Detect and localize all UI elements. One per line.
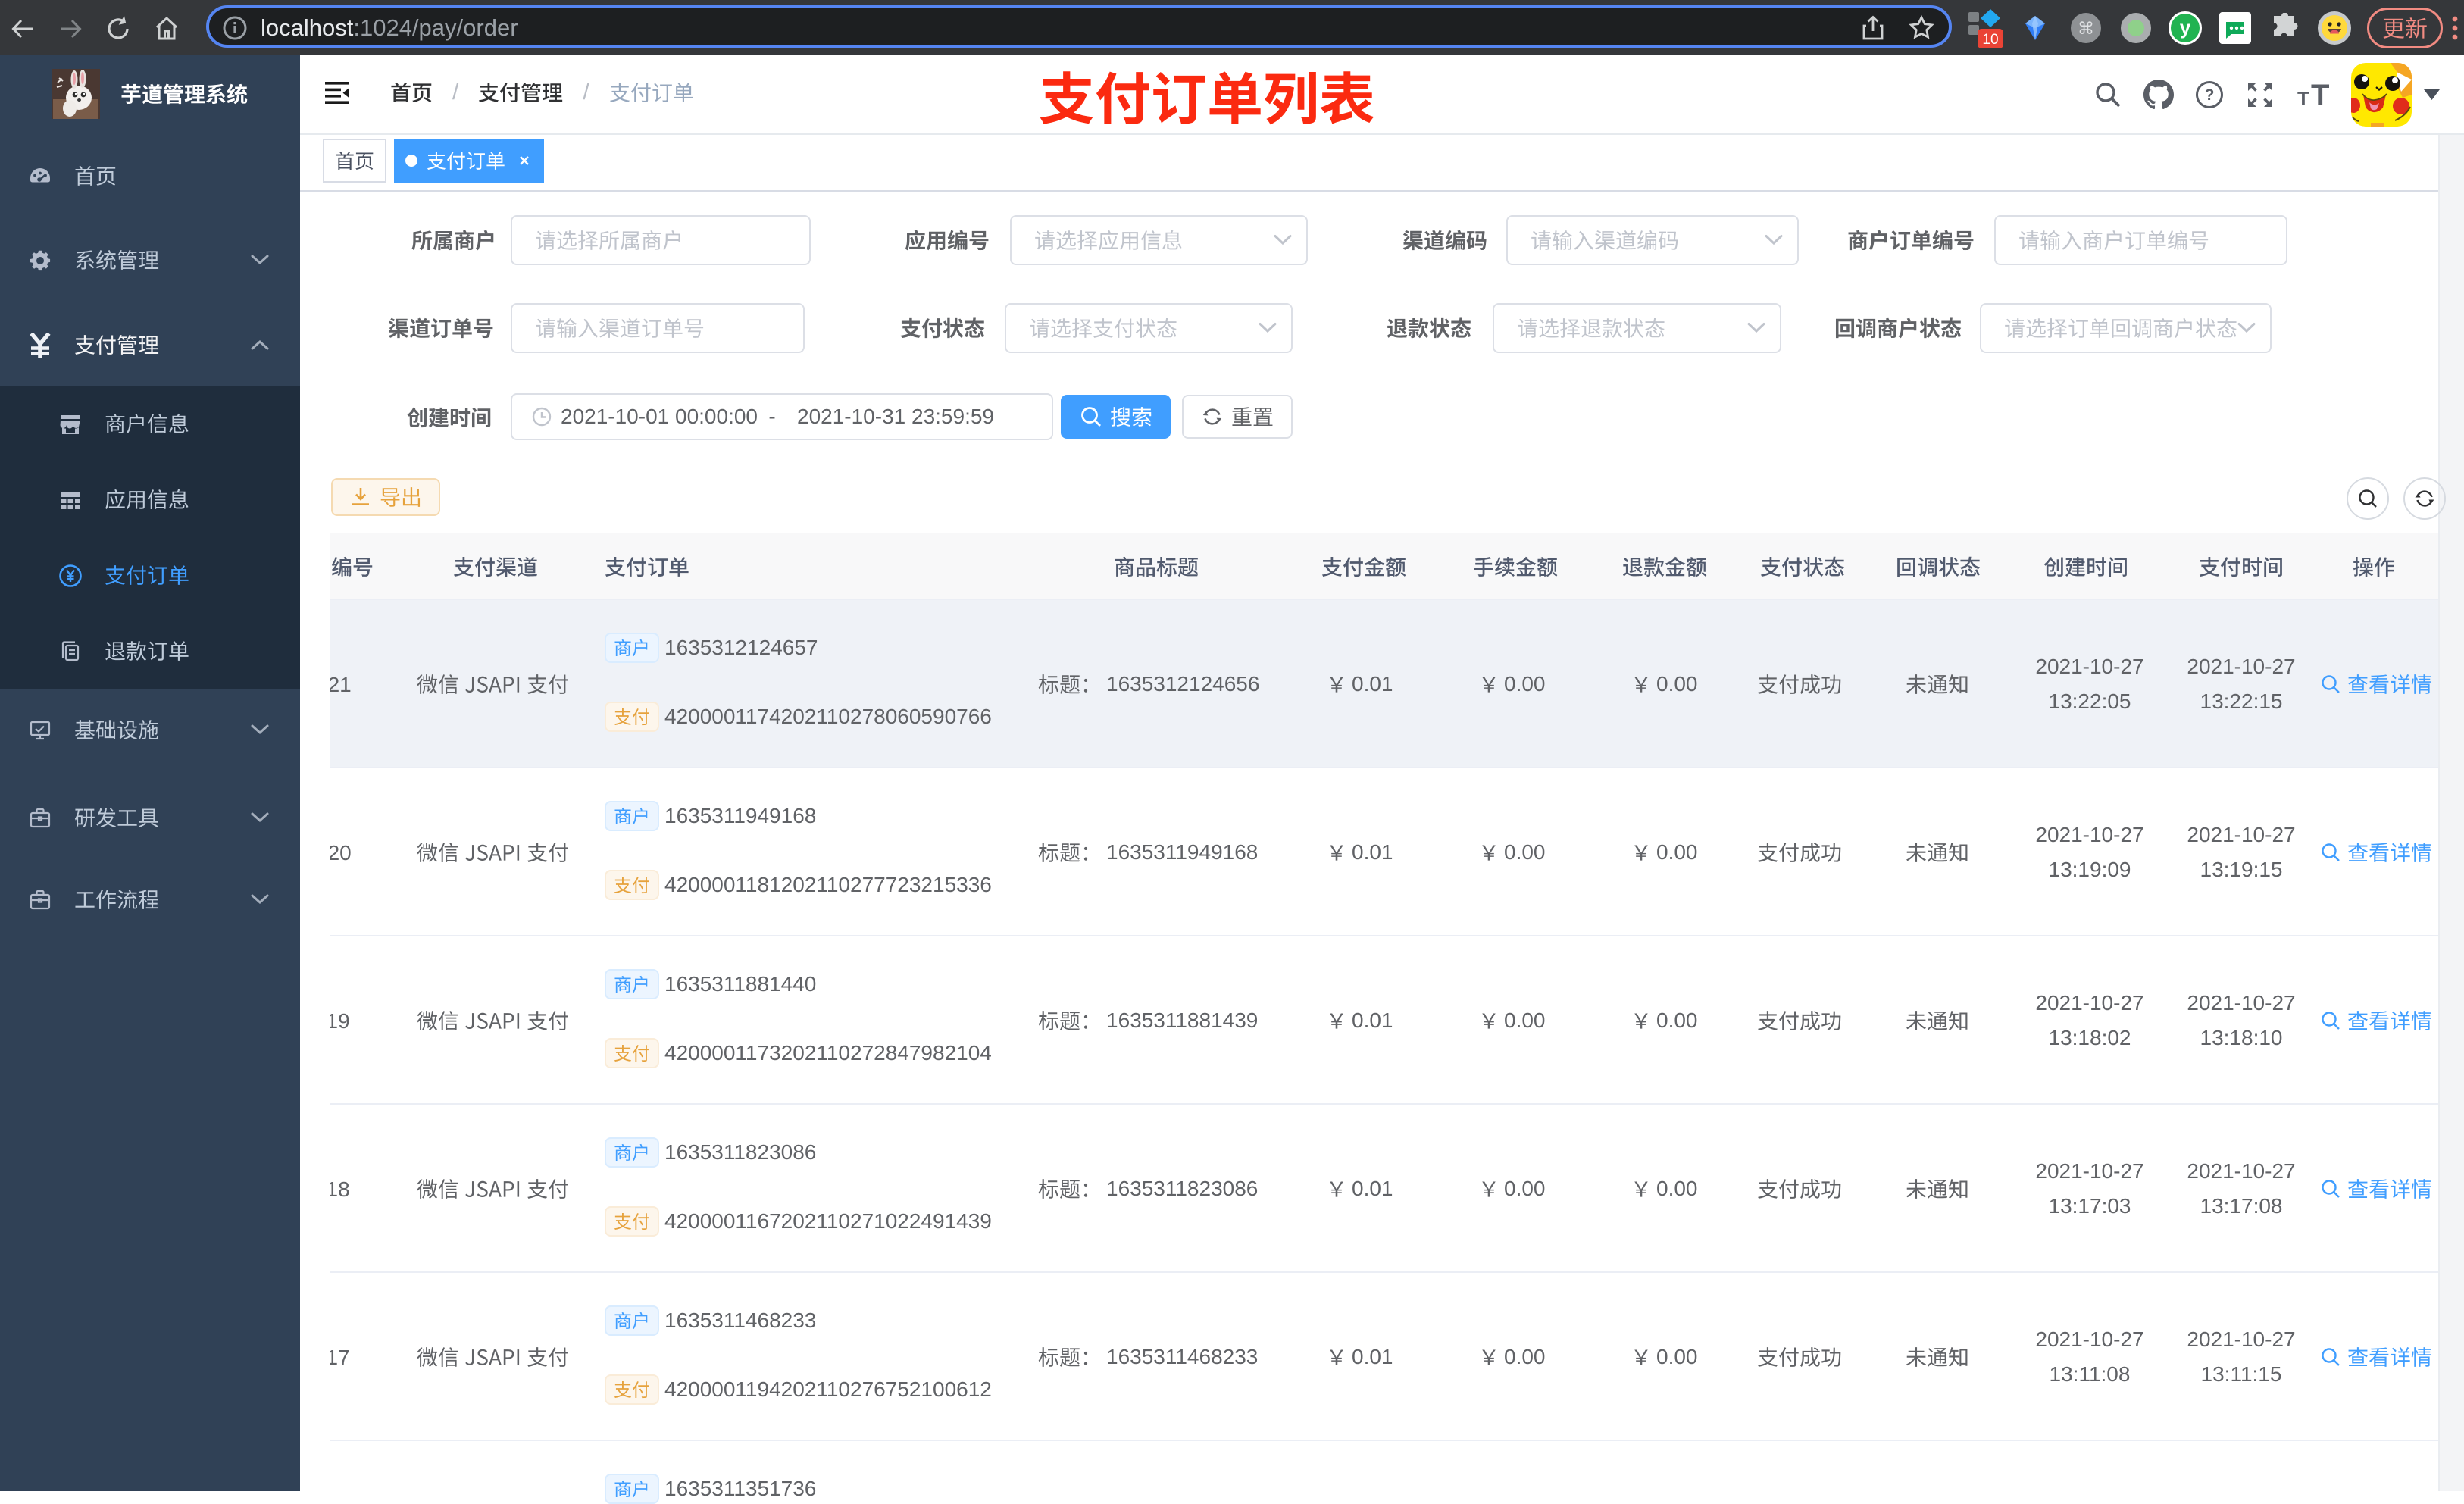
svg-text:T: T <box>2311 80 2329 110</box>
svg-text:y: y <box>2180 16 2191 39</box>
svg-text:?: ? <box>2205 86 2215 104</box>
svg-text:T: T <box>2297 87 2309 110</box>
svg-text:10: 10 <box>1982 32 1998 48</box>
svg-text:⌘: ⌘ <box>2078 19 2094 38</box>
